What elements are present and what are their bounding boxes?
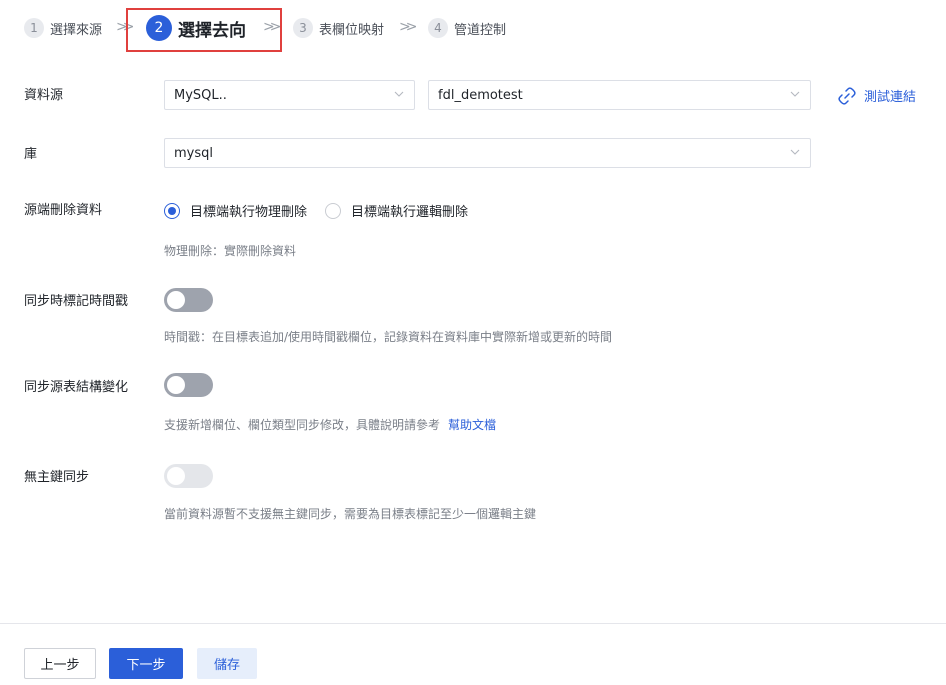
step-pipeline-control[interactable]: 4 管道控制 bbox=[428, 18, 506, 38]
footer-divider bbox=[0, 623, 946, 624]
toggle-knob bbox=[167, 467, 185, 485]
datasource-connection-value: fdl_demotest bbox=[438, 87, 523, 103]
chevron-down-icon bbox=[394, 89, 404, 99]
next-step-button[interactable]: 下一步 bbox=[109, 648, 183, 679]
step-select-destination[interactable]: 2 選擇去向 bbox=[146, 15, 246, 41]
sync-schema-toggle[interactable] bbox=[164, 373, 213, 397]
radio-label: 目標端執行物理刪除 bbox=[190, 205, 308, 220]
no-pk-sync-hint: 當前資料源暫不支援無主鍵同步，需要為目標表標記至少一個邏輯主鍵 bbox=[164, 507, 537, 521]
radio-physical-delete[interactable]: 目標端執行物理刪除 bbox=[164, 201, 307, 220]
toggle-knob bbox=[167, 291, 185, 309]
sync-timestamp-hint: 時間戳：在目標表追加/使用時間戳欄位，記錄資料在資料庫中實際新增或更新的時間 bbox=[164, 330, 613, 344]
help-doc-link[interactable]: 幫助文檔 bbox=[448, 418, 496, 432]
link-icon bbox=[838, 86, 856, 105]
step-label: 選擇來源 bbox=[50, 22, 103, 38]
radio-unchecked-icon[interactable] bbox=[325, 202, 342, 219]
source-delete-label: 源端刪除資料 bbox=[24, 203, 103, 218]
source-delete-hint: 物理刪除：實際刪除資料 bbox=[164, 244, 297, 258]
datasource-type-select[interactable]: MySQL.. bbox=[164, 80, 415, 110]
no-pk-sync-label: 無主鍵同步 bbox=[24, 470, 90, 485]
sync-schema-hint-text: 支援新增欄位、欄位類型同步修改，具體說明請參考 bbox=[164, 418, 441, 432]
double-chevron-right-icon: >> bbox=[263, 19, 282, 35]
database-value: mysql bbox=[174, 145, 213, 161]
datasource-type-value: MySQL.. bbox=[174, 87, 227, 103]
datasource-label: 資料源 bbox=[24, 88, 64, 103]
sync-schema-hint: 支援新增欄位、欄位類型同步修改，具體說明請參考 幫助文檔 bbox=[164, 416, 496, 433]
step-number: 2 bbox=[146, 15, 172, 41]
step-label: 管道控制 bbox=[454, 22, 507, 38]
database-label: 庫 bbox=[24, 147, 38, 162]
radio-logical-delete[interactable]: 目標端執行邏輯刪除 bbox=[325, 201, 468, 220]
double-chevron-right-icon: >> bbox=[399, 19, 418, 35]
datasource-connection-select[interactable]: fdl_demotest bbox=[428, 80, 811, 110]
test-connection-link[interactable]: 測試連結 bbox=[838, 86, 916, 105]
step-field-mapping[interactable]: 3 表欄位映射 bbox=[293, 18, 384, 38]
step-select-source[interactable]: 1 選擇來源 bbox=[24, 18, 102, 38]
chevron-down-icon bbox=[790, 147, 800, 157]
step-number: 3 bbox=[293, 18, 313, 38]
no-pk-sync-toggle[interactable] bbox=[164, 464, 213, 488]
sync-timestamp-label: 同步時標記時間戳 bbox=[24, 294, 129, 309]
save-button[interactable]: 儲存 bbox=[197, 648, 257, 679]
database-select[interactable]: mysql bbox=[164, 138, 811, 168]
radio-label: 目標端執行邏輯刪除 bbox=[351, 205, 469, 220]
step-label: 表欄位映射 bbox=[319, 22, 385, 38]
radio-checked-icon[interactable] bbox=[164, 202, 180, 219]
sync-schema-label: 同步源表結構變化 bbox=[24, 380, 129, 395]
chevron-down-icon bbox=[790, 89, 800, 99]
prev-step-button[interactable]: 上一步 bbox=[24, 648, 96, 679]
step-number: 4 bbox=[428, 18, 448, 38]
steps-bar: 1 選擇來源 >> 2 選擇去向 >> 3 表欄位映射 >> 4 管道控制 bbox=[0, 0, 946, 56]
source-delete-radio-group: 目標端執行物理刪除 目標端執行邏輯刪除 bbox=[164, 201, 486, 220]
test-connection-label: 測試連結 bbox=[864, 90, 917, 105]
sync-timestamp-toggle[interactable] bbox=[164, 288, 213, 312]
toggle-knob bbox=[167, 376, 185, 394]
step-label: 選擇去向 bbox=[178, 20, 246, 41]
step-number: 1 bbox=[24, 18, 44, 38]
